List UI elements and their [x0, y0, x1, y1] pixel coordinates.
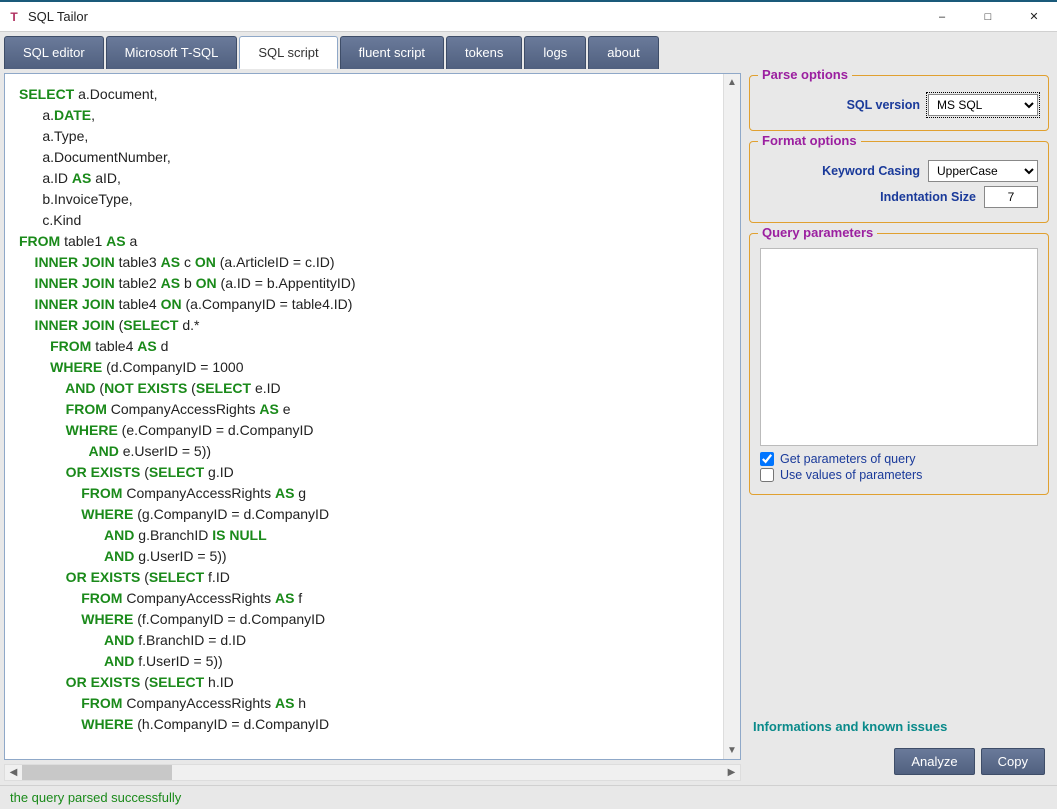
tab-logs[interactable]: logs	[524, 36, 586, 69]
scroll-right-icon[interactable]: ▶	[723, 765, 740, 780]
get-parameters-label: Get parameters of query	[780, 452, 915, 466]
sql-version-select[interactable]: MS SQL	[928, 94, 1038, 116]
format-options-title: Format options	[758, 133, 861, 148]
indentation-input[interactable]	[984, 186, 1038, 208]
sql-version-label: SQL version	[760, 98, 920, 112]
copy-button[interactable]: Copy	[981, 748, 1045, 775]
vertical-scrollbar[interactable]: ▲ ▼	[723, 74, 740, 759]
sql-editor[interactable]: SELECT a.Document, a.DATE, a.Type, a.Doc…	[5, 74, 723, 759]
get-parameters-checkbox[interactable]	[760, 452, 774, 466]
scroll-down-icon[interactable]: ▼	[724, 742, 740, 759]
window-title: SQL Tailor	[28, 9, 919, 24]
horizontal-scrollbar[interactable]: ◀ ▶	[4, 764, 741, 781]
tab-sql-script[interactable]: SQL script	[239, 36, 337, 69]
maximize-button[interactable]: □	[965, 2, 1011, 32]
parse-options-title: Parse options	[758, 67, 852, 82]
app-icon: T	[6, 9, 22, 25]
keyword-casing-select[interactable]: UpperCase	[928, 160, 1038, 182]
scroll-up-icon[interactable]: ▲	[724, 74, 740, 91]
use-values-label: Use values of parameters	[780, 468, 922, 482]
status-text: the query parsed successfully	[10, 790, 181, 805]
use-values-checkbox[interactable]	[760, 468, 774, 482]
parse-options-group: Parse options SQL version MS SQL	[749, 75, 1049, 131]
tab-bar: SQL editorMicrosoft T-SQLSQL scriptfluen…	[0, 32, 1057, 69]
tab-tokens[interactable]: tokens	[446, 36, 522, 69]
title-bar: T SQL Tailor – □ ✕	[0, 2, 1057, 32]
query-parameters-list[interactable]	[760, 248, 1038, 446]
format-options-group: Format options Keyword Casing UpperCase …	[749, 141, 1049, 223]
analyze-button[interactable]: Analyze	[894, 748, 974, 775]
tab-microsoft-t-sql[interactable]: Microsoft T-SQL	[106, 36, 238, 69]
info-link[interactable]: Informations and known issues	[749, 719, 1049, 734]
close-button[interactable]: ✕	[1011, 2, 1057, 32]
scroll-left-icon[interactable]: ◀	[5, 765, 22, 780]
status-bar: the query parsed successfully	[0, 785, 1057, 809]
scroll-thumb[interactable]	[22, 765, 172, 780]
keyword-casing-label: Keyword Casing	[760, 164, 920, 178]
tab-about[interactable]: about	[588, 36, 659, 69]
indentation-label: Indentation Size	[760, 190, 976, 204]
query-parameters-title: Query parameters	[758, 225, 877, 240]
tab-sql-editor[interactable]: SQL editor	[4, 36, 104, 69]
tab-fluent-script[interactable]: fluent script	[340, 36, 444, 69]
query-parameters-group: Query parameters Get parameters of query…	[749, 233, 1049, 495]
minimize-button[interactable]: –	[919, 2, 965, 32]
